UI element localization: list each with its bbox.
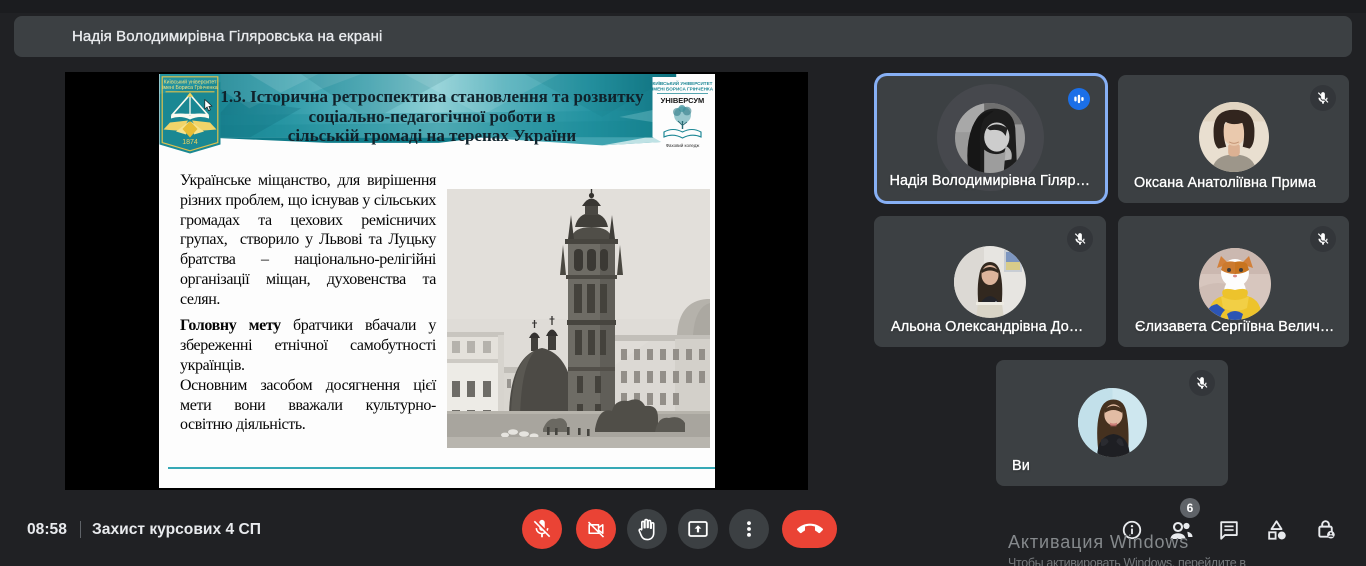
svg-text:1874: 1874 bbox=[182, 139, 198, 146]
svg-text:імені Бориса Грінченка: імені Бориса Грінченка bbox=[162, 85, 217, 91]
svg-text:ІМЕНІ БОРИСА ГРІНЧЕНКА: ІМЕНІ БОРИСА ГРІНЧЕНКА bbox=[652, 87, 713, 92]
svg-text:УНІВЕРСУМ: УНІВЕРСУМ bbox=[661, 96, 705, 105]
svg-text:Фаховий коледж: Фаховий коледж bbox=[666, 143, 700, 148]
svg-text:КИЇВСЬКИЙ УНІВЕРСИТЕТ: КИЇВСЬКИЙ УНІВЕРСИТЕТ bbox=[653, 79, 713, 86]
